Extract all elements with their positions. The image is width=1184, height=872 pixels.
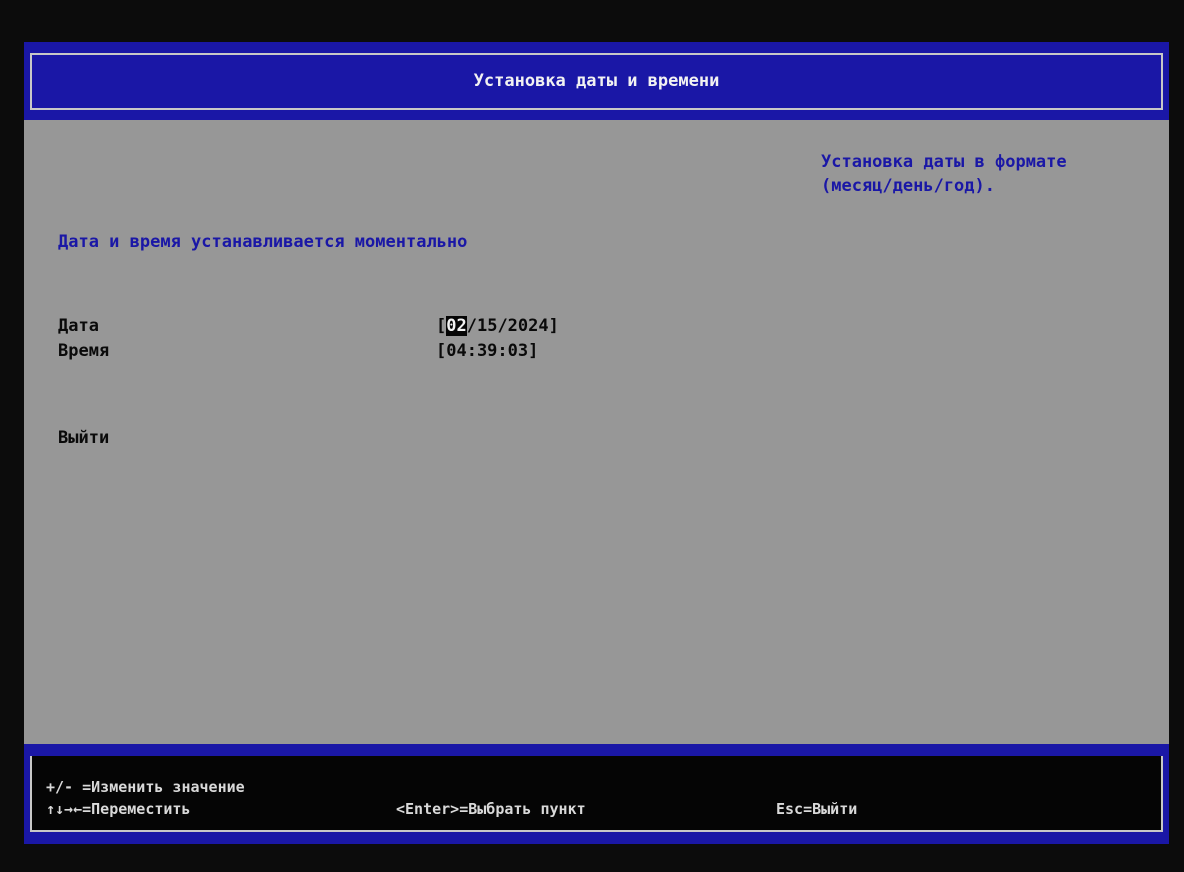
- help-text: Установка даты в формате (месяц/день/год…: [821, 152, 1067, 196]
- title-bar: Установка даты и времени: [24, 42, 1169, 120]
- bios-screen: Установка даты и времени Установка даты …: [0, 0, 1184, 872]
- page-title: Установка даты и времени: [473, 71, 720, 91]
- date-month-selected[interactable]: 02: [446, 316, 467, 336]
- hint-exit: Esc=Выйти: [776, 800, 858, 818]
- hint-move: ↑↓→←=Переместить: [46, 800, 191, 818]
- exit-menu-item[interactable]: Выйти: [58, 428, 109, 448]
- time-label: Время: [58, 341, 110, 361]
- date-open-bracket: [: [436, 316, 447, 336]
- hint-select: <Enter>=Выбрать пункт: [396, 800, 586, 818]
- date-field[interactable]: [02/15/2024]: [436, 316, 559, 336]
- date-rest[interactable]: /15/2024]: [467, 316, 559, 336]
- notice-text: Дата и время устанавливается моментально: [58, 232, 468, 252]
- time-field[interactable]: [04:39:03]: [436, 341, 538, 361]
- date-label: Дата: [58, 316, 99, 336]
- content-panel: Установка даты в формате (месяц/день/год…: [24, 120, 1169, 744]
- footer-bar: +/- =Изменить значение ↑↓→←=Переместить …: [24, 744, 1169, 844]
- hint-change-value: +/- =Изменить значение: [46, 778, 245, 796]
